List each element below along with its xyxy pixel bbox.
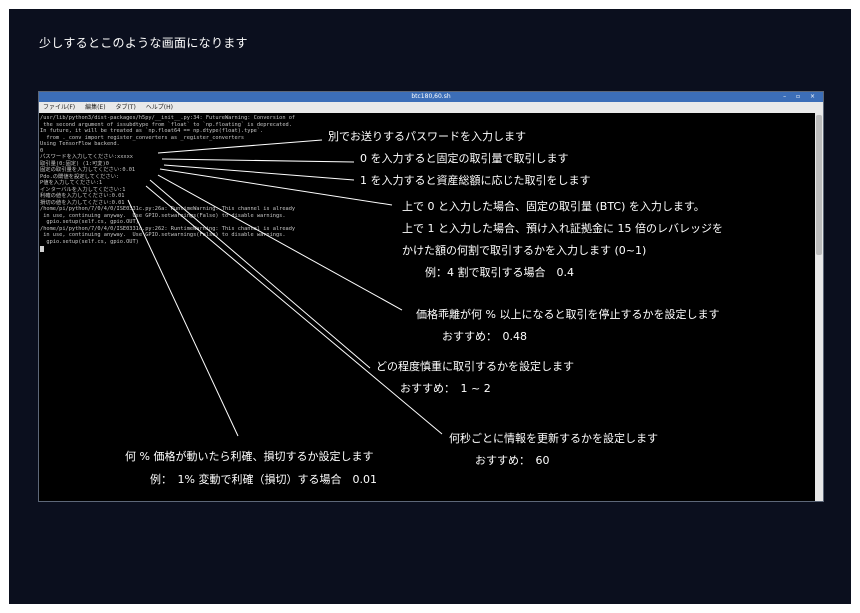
note-take-profit-example: 例： 1% 変動で利確（損切）する場合 0.01 bbox=[150, 473, 377, 486]
note-fixed-volume: 0 を入力すると固定の取引量で取引します bbox=[360, 152, 569, 165]
note-interval: 何秒ごとに情報を更新するかを設定します bbox=[449, 432, 658, 445]
note-interval-recommend: おすすめ： 60 bbox=[475, 454, 550, 467]
note-btc-line3: かけた額の何割で取引するかを入力します (0~1) bbox=[402, 244, 647, 257]
note-deviation: 価格乖離が何 % 以上になると取引を停止するかを設定します bbox=[416, 308, 720, 321]
leader-deviation bbox=[157, 174, 403, 311]
note-password: 別でお送りするパスワードを入力します bbox=[328, 130, 526, 143]
note-caution: どの程度慎重に取引するかを設定します bbox=[376, 360, 574, 373]
note-caution-recommend: おすすめ： 1 ~ 2 bbox=[400, 382, 491, 395]
note-deviation-recommend: おすすめ： 0.48 bbox=[442, 330, 527, 343]
leader-fixed bbox=[161, 158, 355, 163]
leader-interval bbox=[145, 185, 443, 435]
note-variable-volume: 1 を入力すると資産総額に応じた取引をします bbox=[360, 174, 591, 187]
leader-btc bbox=[159, 168, 393, 206]
leader-password bbox=[157, 139, 323, 154]
note-btc-line2: 上で 1 と入力した場合、預け入れ証拠金に 15 倍のレバレッジを bbox=[402, 222, 723, 235]
note-btc-line1: 上で 0 と入力した場合、固定の取引量 (BTC) を入力します。 bbox=[402, 200, 705, 213]
leader-takeprofit bbox=[127, 199, 239, 437]
note-btc-example: 例：4 割で取引する場合 0.4 bbox=[425, 266, 574, 279]
note-take-profit: 何 % 価格が動いたら利確、損切するか設定します bbox=[125, 450, 374, 463]
leader-variable bbox=[163, 164, 355, 181]
